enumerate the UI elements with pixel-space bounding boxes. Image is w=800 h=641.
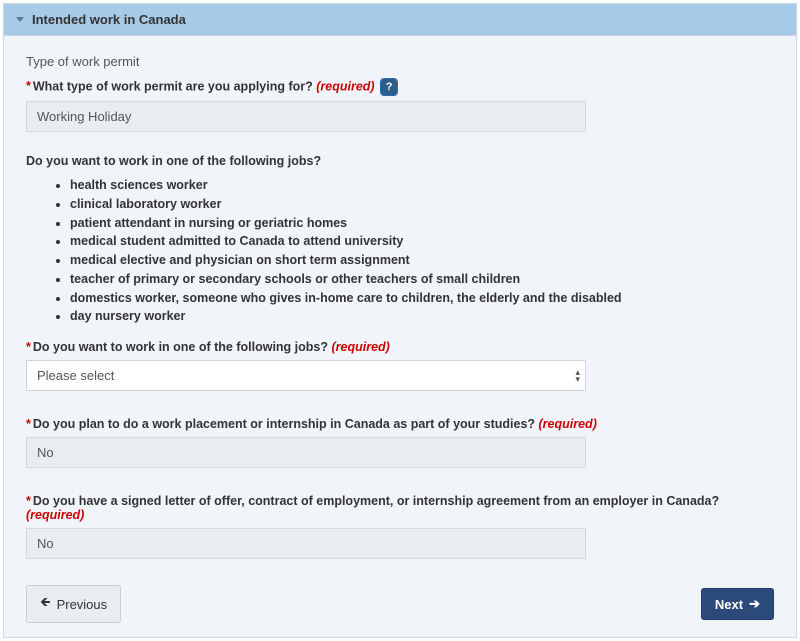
jobs-list: health sciences worker clinical laborato…: [70, 176, 774, 326]
required-star: *: [26, 79, 31, 93]
following-jobs-select-wrap: Please select ▴ ▾: [26, 360, 586, 391]
panel-title: Intended work in Canada: [32, 12, 186, 27]
required-star: *: [26, 494, 31, 508]
next-button[interactable]: Next ➔: [701, 588, 774, 620]
panel-intended-work: Intended work in Canada Type of work per…: [3, 3, 797, 638]
caret-down-icon: [16, 17, 24, 22]
question-following-jobs: *Do you want to work in one of the follo…: [26, 340, 774, 354]
button-row: 🡸 Previous Next ➔: [26, 585, 774, 623]
jobs-intro: Do you want to work in one of the follow…: [26, 154, 774, 168]
required-star: *: [26, 340, 31, 354]
help-icon[interactable]: ?: [381, 79, 397, 95]
permit-type-field: Working Holiday: [26, 101, 586, 132]
arrow-left-icon: 🡸: [40, 593, 51, 615]
list-item: clinical laboratory worker: [70, 195, 774, 214]
required-text: (required): [331, 340, 389, 354]
arrow-right-icon: ➔: [749, 596, 760, 612]
question-internship-label: Do you plan to do a work placement or in…: [33, 417, 535, 431]
panel-body: Type of work permit *What type of work p…: [4, 36, 796, 637]
required-text: (required): [26, 508, 84, 522]
section-label: Type of work permit: [26, 54, 774, 69]
required-star: *: [26, 417, 31, 431]
question-permit-type: *What type of work permit are you applyi…: [26, 79, 774, 95]
question-offer-letter-label: Do you have a signed letter of offer, co…: [33, 494, 719, 508]
required-text: (required): [316, 79, 374, 93]
list-item: domestics worker, someone who gives in-h…: [70, 289, 774, 308]
list-item: medical student admitted to Canada to at…: [70, 232, 774, 251]
question-offer-letter: *Do you have a signed letter of offer, c…: [26, 494, 774, 522]
previous-button[interactable]: 🡸 Previous: [26, 585, 121, 623]
previous-button-label: Previous: [57, 597, 108, 612]
following-jobs-select[interactable]: Please select: [26, 360, 586, 391]
offer-letter-field: No: [26, 528, 586, 559]
list-item: health sciences worker: [70, 176, 774, 195]
panel-header[interactable]: Intended work in Canada: [4, 4, 796, 36]
internship-field: No: [26, 437, 586, 468]
list-item: teacher of primary or secondary schools …: [70, 270, 774, 289]
next-button-label: Next: [715, 597, 743, 612]
list-item: day nursery worker: [70, 307, 774, 326]
list-item: patient attendant in nursing or geriatri…: [70, 214, 774, 233]
question-internship: *Do you plan to do a work placement or i…: [26, 417, 774, 431]
question-permit-type-label: What type of work permit are you applyin…: [33, 79, 313, 93]
required-text: (required): [539, 417, 597, 431]
question-following-jobs-label: Do you want to work in one of the follow…: [33, 340, 328, 354]
list-item: medical elective and physician on short …: [70, 251, 774, 270]
